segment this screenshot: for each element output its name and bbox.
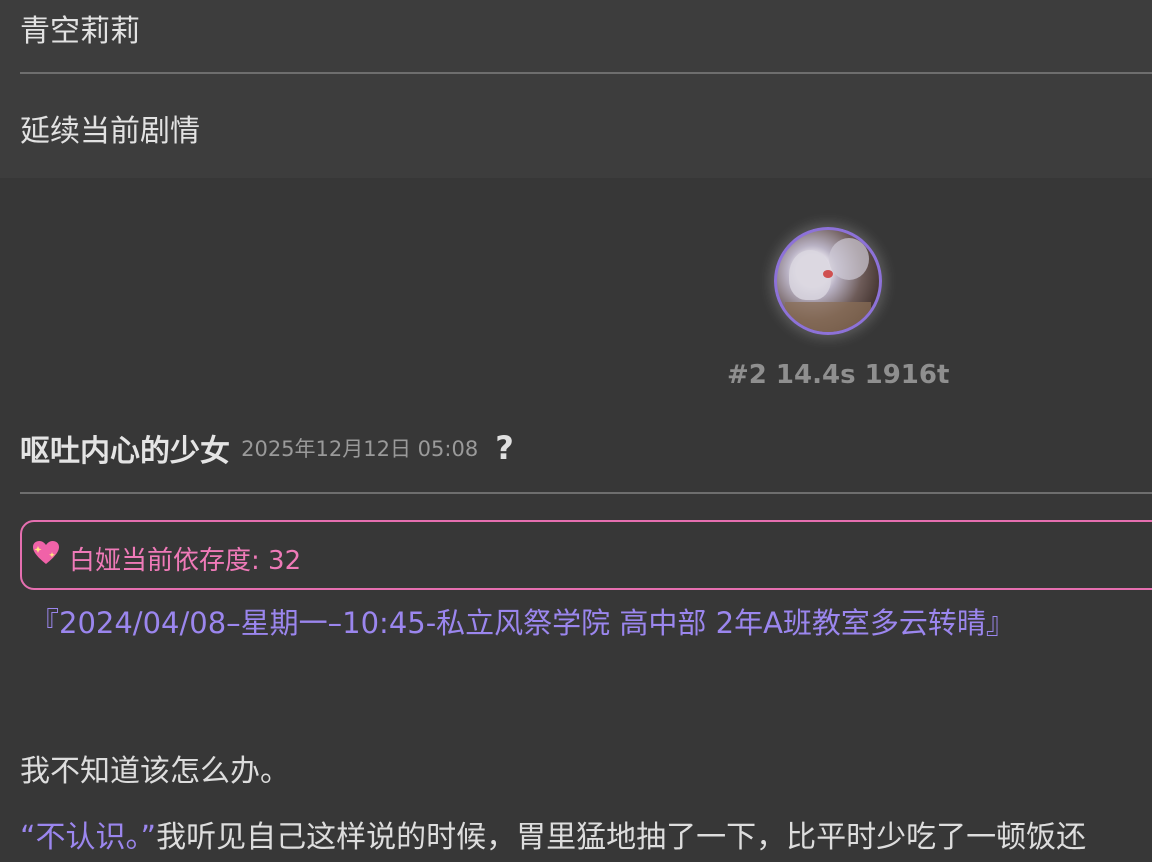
continue-story-option[interactable]: 延续当前剧情 xyxy=(20,106,1152,150)
message-stats: #2 14.4s 1916t xyxy=(727,360,950,390)
scene-info: 『2024/04/08–星期一–10:45-私立风祭学院 高中部 2年A班教室多… xyxy=(30,606,1015,640)
divider xyxy=(20,72,1152,74)
divider xyxy=(20,492,1152,494)
message-sender-name: 呕吐内心的少女 xyxy=(20,434,230,469)
character-name: 青空莉莉 xyxy=(20,14,140,49)
question-mark-icon[interactable]: ? xyxy=(495,429,514,467)
message-header: 呕吐内心的少女 2025年12月12日 05:08 ? xyxy=(20,426,514,470)
message-timestamp: 2025年12月12日 05:08 xyxy=(241,437,479,461)
dependency-text: 白娅当前依存度: 32 xyxy=(69,546,302,576)
dialogue-quote: “不认识。” xyxy=(20,820,157,855)
message-paragraph: “不认识。”我听见自己这样说的时候，胃里猛地抽了一下，比平时少吃了一顿饭还 xyxy=(20,812,1086,856)
dependency-status-box: 白娅当前依存度: 32 xyxy=(20,520,1152,590)
avatar[interactable] xyxy=(774,227,882,335)
paragraph-text: 我听见自己这样说的时候，胃里猛地抽了一下，比平时少吃了一顿饭还 xyxy=(156,820,1087,855)
message-paragraph: 我不知道该怎么办。 xyxy=(20,754,290,789)
sparkling-heart-icon xyxy=(33,541,59,564)
